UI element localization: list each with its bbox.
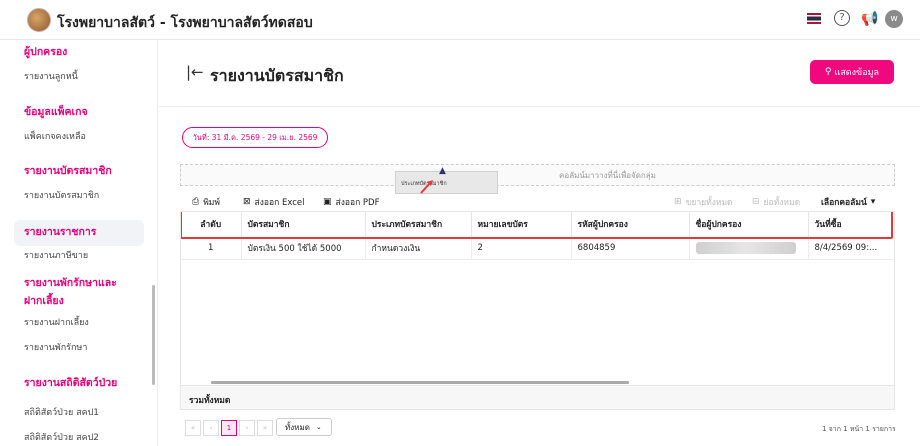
- sidebar-item-package-balance[interactable]: แพ็คเกจคงเหลือ: [24, 129, 86, 143]
- sidebar: ผู้ปกครอง รายงานลูกหนี้ ข้อมูลแพ็คเกจ แพ…: [0, 40, 158, 446]
- sidebar-item-sick-stats-1[interactable]: สถิติสัตว์ป่วย สคป1: [24, 405, 99, 419]
- show-data-button[interactable]: ⚲ แสดงข้อมูล: [810, 60, 894, 84]
- header-divider: [159, 106, 920, 107]
- cell-purchase-date: 8/4/2569 09:...: [808, 237, 894, 260]
- page-title: รายงานบัตรสมาชิก: [210, 66, 344, 85]
- hospital-logo: [27, 8, 51, 32]
- cell-no: 1: [181, 237, 242, 260]
- collapse-all-button[interactable]: ⊟ ย่อทั้งหมด: [752, 195, 800, 209]
- search-icon: ⚲: [824, 67, 832, 77]
- sidebar-section-member-card: รายงานบัตรสมาชิก: [24, 165, 112, 177]
- help-icon[interactable]: ?: [834, 10, 850, 26]
- sidebar-item-inpatient-report[interactable]: รายงานพักรักษา: [24, 340, 87, 354]
- back-arrow-icon[interactable]: |←: [186, 63, 204, 81]
- cell-owner-name: [689, 237, 809, 260]
- excel-icon: ⊠: [243, 197, 251, 207]
- grid-summary-footer: รวมทั้งหมด: [180, 386, 895, 410]
- sidebar-item-boarding-report[interactable]: รายงานฝากเลี้ยง: [24, 315, 89, 329]
- sidebar-item-sales-tax[interactable]: รายงานภาษีขาย: [24, 248, 88, 262]
- thai-flag-icon[interactable]: [807, 13, 821, 24]
- app-title: โรงพยาบาลสัตว์ - โรงพยาบาลสัตว์ทดสอบ: [57, 15, 313, 31]
- horizontal-scrollbar[interactable]: [211, 381, 629, 384]
- first-page-button[interactable]: «: [185, 420, 201, 436]
- choose-columns-button[interactable]: เลือกคอลัมน์ ▾: [821, 195, 875, 209]
- top-bar: โรงพยาบาลสัตว์ - โรงพยาบาลสัตว์ทดสอบ ? 📢…: [0, 0, 920, 40]
- date-range-pill[interactable]: วันที่: 31 มี.ค. 2569 - 29 เม.ย. 2569: [182, 127, 328, 148]
- next-page-button[interactable]: ›: [239, 420, 255, 436]
- grid-toolbar: ⎙ พิมพ์ ⊠ ส่งออก Excel ▣ ส่งออก PDF ⊞ ขย…: [180, 191, 895, 211]
- sidebar-section-boarding-line2: ฝากเลี้ยง: [24, 295, 64, 307]
- chevron-down-icon: ⌄: [315, 423, 322, 431]
- sidebar-scrollbar[interactable]: [152, 285, 155, 385]
- header-highlight-box: [181, 212, 893, 239]
- export-pdf-label: ส่งออก PDF: [335, 198, 380, 208]
- collapse-all-label: ย่อทั้งหมด: [763, 198, 801, 208]
- collapse-icon: ⊟: [752, 197, 760, 207]
- sidebar-section-package: ข้อมูลแพ็คเกจ: [24, 106, 88, 118]
- summary-label: รวมทั้งหมด: [189, 396, 231, 406]
- export-excel-label: ส่งออก Excel: [254, 198, 305, 208]
- data-grid: ลำดับ บัตรสมาชิก ประเภทบัตรสมาชิก หมายเล…: [180, 211, 895, 386]
- cell-owner-code: 6804859: [571, 237, 690, 260]
- sidebar-section-boarding: รายงานพักรักษาและ: [24, 277, 117, 289]
- blurred-owner-name: [695, 242, 796, 254]
- avatar[interactable]: w: [885, 10, 903, 28]
- print-button[interactable]: ⎙ พิมพ์: [192, 195, 220, 209]
- group-placeholder: คอลัมน์มาวางที่นี่เพื่อจัดกลุ่ม: [559, 170, 656, 180]
- show-data-label: แสดงข้อมูล: [834, 68, 880, 78]
- expand-icon: ⊞: [674, 197, 682, 207]
- group-drop-zone[interactable]: คอลัมน์มาวางที่นี่เพื่อจัดกลุ่ม: [180, 164, 895, 186]
- page-size-value: ทั้งหมด: [285, 422, 310, 432]
- cell-card-no: 2: [471, 237, 572, 260]
- pagination: « ‹ 1 › »: [185, 420, 273, 436]
- main-content: |← รายงานบัตรสมาชิก ⚲ แสดงข้อมูล วันที่:…: [159, 40, 920, 446]
- sidebar-section-owner: ผู้ปกครอง: [24, 46, 68, 58]
- sidebar-item-sick-stats-2[interactable]: สถิติสัตว์ป่วย สคป2: [24, 430, 99, 444]
- sidebar-item-debtors[interactable]: รายงานลูกหนี้: [24, 69, 78, 83]
- printer-icon: ⎙: [192, 197, 200, 207]
- last-page-button[interactable]: »: [257, 420, 273, 436]
- prev-page-button[interactable]: ‹: [203, 420, 219, 436]
- choose-columns-label: เลือกคอลัมน์: [821, 198, 867, 208]
- megaphone-icon[interactable]: 📢: [861, 11, 878, 27]
- print-label: พิมพ์: [203, 198, 221, 208]
- table-row[interactable]: 1 บัตรเงิน 500 ใช้ได้ 5000 กำหนดวงเงิน 2…: [181, 237, 894, 260]
- page-info: 1 จาก 1 หน้า 1 รายการ: [822, 425, 896, 433]
- page-1-button[interactable]: 1: [221, 420, 237, 436]
- sidebar-section-sick-stats: รายงานสถิติสัตว์ป่วย: [24, 377, 118, 389]
- cell-card-type: กำหนดวงเงิน: [365, 237, 472, 260]
- caret-down-icon: ▾: [870, 197, 876, 207]
- page-size-select[interactable]: ทั้งหมด ⌄: [276, 418, 332, 436]
- pdf-icon: ▣: [323, 197, 332, 207]
- expand-all-label: ขยายทั้งหมด: [685, 198, 733, 208]
- mouse-cursor-icon: ▲: [439, 166, 446, 176]
- expand-all-button[interactable]: ⊞ ขยายทั้งหมด: [674, 195, 733, 209]
- sidebar-item-member-card-report[interactable]: รายงานบัตรสมาชิก: [24, 188, 99, 202]
- sidebar-section-government: รายงานราชการ: [24, 226, 97, 238]
- export-excel-button[interactable]: ⊠ ส่งออก Excel: [243, 195, 304, 209]
- export-pdf-button[interactable]: ▣ ส่งออก PDF: [323, 195, 379, 209]
- cell-card: บัตรเงิน 500 ใช้ได้ 5000: [241, 237, 366, 260]
